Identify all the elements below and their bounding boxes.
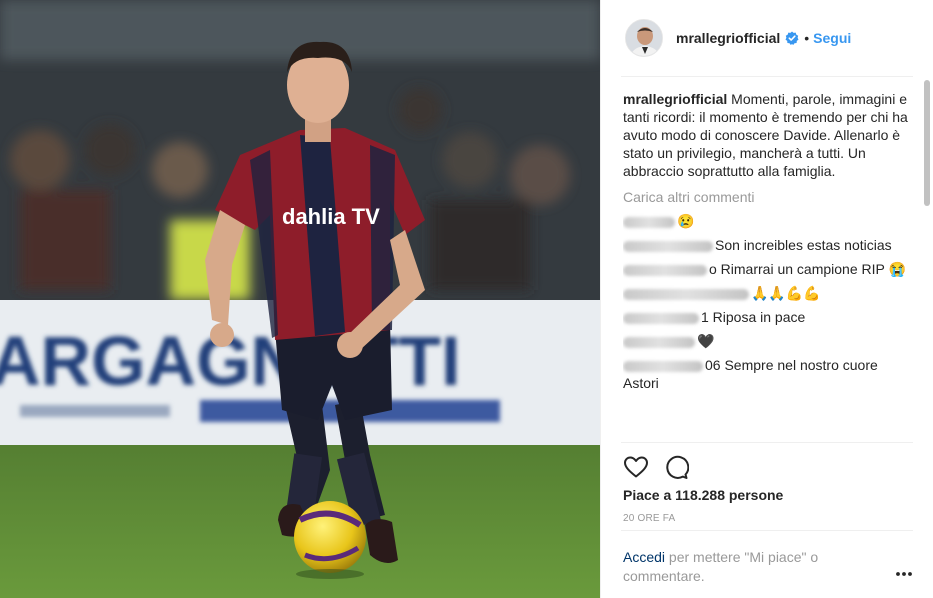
comment-text: Son increibles estas noticias — [715, 237, 892, 253]
blurred-username[interactable] — [623, 288, 749, 300]
comment-text: 🖤 — [697, 333, 715, 349]
comments-list[interactable]: mrallegriofficial Momenti, parole, immag… — [623, 88, 915, 442]
avatar[interactable] — [625, 19, 663, 57]
comment-item: 1 Riposa in pace — [623, 308, 915, 326]
blurred-username[interactable] — [623, 240, 713, 252]
comment-text: 😢 — [677, 213, 695, 229]
blurred-username[interactable] — [623, 360, 703, 372]
comment-item: 06 Sempre nel nostro cuore Astori — [623, 356, 915, 392]
header-separator: • — [804, 30, 810, 46]
username-link[interactable]: mrallegriofficial — [676, 30, 780, 46]
post-header: mrallegriofficial • Segui — [601, 0, 933, 76]
comment-item: 🖤 — [623, 332, 915, 350]
likes-count[interactable]: Piace a 118.288 persone — [623, 487, 783, 503]
login-divider — [621, 530, 913, 531]
caption-author-link[interactable]: mrallegriofficial — [623, 91, 727, 107]
actions-divider — [621, 442, 913, 443]
follow-button[interactable]: Segui — [813, 30, 851, 46]
login-link[interactable]: Accedi — [623, 549, 665, 565]
avatar-image — [626, 20, 662, 56]
comment-item: Son increibles estas noticias — [623, 236, 915, 254]
blurred-username[interactable] — [623, 264, 707, 276]
shirt-sponsor-text: dahlia TV — [282, 204, 380, 229]
verified-badge-icon — [785, 31, 799, 45]
blurred-username[interactable] — [623, 216, 675, 228]
blurred-username[interactable] — [623, 336, 695, 348]
more-options-icon[interactable] — [894, 566, 914, 582]
scrollbar-thumb[interactable] — [924, 80, 930, 206]
login-prompt: Accedi per mettere "Mi piace" o commenta… — [623, 548, 873, 586]
post-panel: mrallegriofficial • Segui mrallegrioffic… — [600, 0, 933, 598]
post-actions — [623, 454, 689, 480]
post-photo-art: ARGAGNOTTI dahlia TV — [0, 0, 600, 598]
comment-item: 😢 — [623, 212, 915, 230]
post-caption: mrallegriofficial Momenti, parole, immag… — [623, 90, 915, 180]
comment-item: 🙏🙏💪💪 — [623, 284, 915, 302]
comment-icon[interactable] — [663, 454, 689, 480]
comments-scrollbar[interactable] — [923, 80, 931, 442]
blurred-username[interactable] — [623, 312, 699, 324]
post-photo[interactable]: ARGAGNOTTI dahlia TV — [0, 0, 600, 598]
comment-text: o Rimarrai un campione RIP 😭 — [709, 261, 906, 277]
heart-icon[interactable] — [623, 454, 649, 480]
load-more-comments-button[interactable]: Carica altri commenti — [623, 188, 915, 206]
header-divider — [621, 76, 913, 77]
comment-text: 🙏🙏💪💪 — [751, 285, 821, 301]
post-timestamp[interactable]: 20 ORE FA — [623, 513, 675, 524]
comment-item: o Rimarrai un campione RIP 😭 — [623, 260, 915, 278]
comment-text: 1 Riposa in pace — [701, 309, 806, 325]
